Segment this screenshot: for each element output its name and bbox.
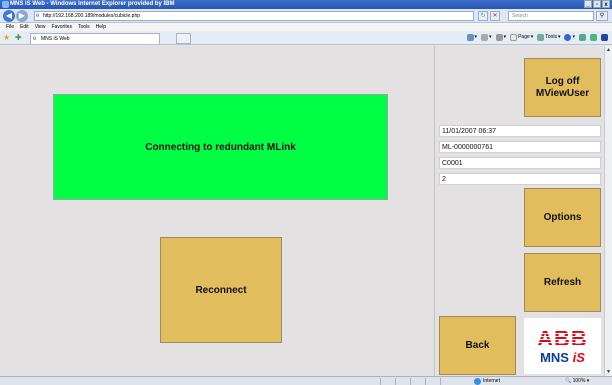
abb-logo-text: ABB [537,325,588,351]
main-content: Connecting to redundant MLink Reconnect [0,46,434,376]
research-icon [579,34,586,41]
tab-label: MNS iS Web [41,36,70,42]
url-text: http://192.168.200.189/modules/cubicle.p… [43,13,141,19]
messenger-icon [590,34,597,41]
page-menu-label: Page [518,34,530,40]
title-bar: MNS iS Web - Windows Internet Explorer p… [0,0,612,9]
tools-menu[interactable]: Tools ▾ [537,33,560,42]
maximize-button[interactable]: ▫ [593,0,601,8]
minimize-button[interactable]: _ [584,0,592,8]
status-banner: Connecting to redundant MLink [53,94,388,200]
zone-label: Internet [483,378,500,384]
menu-view[interactable]: View [35,23,46,31]
zoom-level: 100% [572,378,586,384]
new-tab-button[interactable] [176,33,191,44]
command-bar: ▾ ▾ ▾ Page ▾ Tools ▾ ▾ [466,33,608,42]
help-button[interactable]: ▾ [564,33,575,42]
forward-arrow-icon[interactable]: ▶ [16,10,28,22]
menu-help[interactable]: Help [96,23,106,31]
tab-page-icon: e [33,36,37,42]
blue-tool-button[interactable] [601,33,608,42]
tab-bar: ★ ✚ e MNS iS Web ▾ ▾ ▾ Page ▾ Tools ▾ ▾ [0,31,612,45]
address-bar: ◀ ▶ e http://192.168.200.189/modules/cub… [0,9,612,23]
mlink-id-field: ML-0000000761 [439,141,601,153]
datetime-field: 11/01/2007 06:37 [439,125,601,137]
status-cell [380,378,394,385]
feeds-button[interactable]: ▾ [481,33,492,42]
menu-bar: File Edit View Favorites Tools Help [0,23,612,31]
mns-is-logo-text: MNS iS [540,350,585,365]
research-button[interactable] [579,33,586,42]
abb-mns-logo: ABB MNS iS [524,318,601,374]
refresh-icon[interactable]: ↻ [478,11,488,21]
print-button[interactable]: ▾ [495,33,506,42]
favorites-star-icon[interactable]: ★ [3,33,10,42]
back-button[interactable]: Back [439,316,516,375]
add-favorite-icon[interactable]: ✚ [15,33,22,42]
cubicle-field: C0001 [439,157,601,169]
zoom-control[interactable]: 🔍 100% ▾ [565,377,589,385]
vertical-scrollbar[interactable]: ▲ ▼ [604,46,612,376]
back-arrow-icon[interactable]: ◀ [3,10,15,22]
logoff-user: MViewUser [535,87,590,99]
logoff-label: Log off [545,75,580,87]
scroll-down-icon[interactable]: ▼ [605,368,612,376]
side-panel: Log off MViewUser 11/01/2007 06:37 ML-00… [434,46,604,376]
refresh-button[interactable]: Refresh [524,253,601,312]
stop-icon[interactable]: ✕ [490,11,500,21]
search-icon[interactable]: ⚲ [596,11,608,21]
status-cells [380,378,454,385]
number-field: 2 [439,173,601,185]
page-icon: e [36,13,40,19]
feeds-icon [481,34,489,41]
tab-mns-is-web[interactable]: e MNS iS Web [30,33,160,44]
logoff-button[interactable]: Log off MViewUser [524,58,601,117]
options-button[interactable]: Options [524,188,601,247]
home-button[interactable]: ▾ [466,33,477,42]
close-button[interactable]: x [602,0,610,8]
page-icon [510,34,518,41]
messenger-button[interactable] [590,33,597,42]
status-bar: Internet 🔍 100% ▾ [0,376,612,385]
zoom-icon: 🔍 [565,378,572,384]
status-cell [410,378,424,385]
tools-icon [537,34,545,41]
blue-tool-icon [601,34,608,41]
menu-tools[interactable]: Tools [78,23,90,31]
url-input[interactable]: e http://192.168.200.189/modules/cubicle… [34,11,474,21]
status-cell [440,378,454,385]
print-icon [495,34,503,41]
browser-window: MNS iS Web - Windows Internet Explorer p… [0,0,612,385]
search-input[interactable]: Search [508,11,594,21]
help-icon [564,34,572,41]
logo-suffix: iS [572,349,585,365]
scroll-up-icon[interactable]: ▲ [605,46,612,54]
page-menu[interactable]: Page ▾ [510,33,533,42]
reconnect-button[interactable]: Reconnect [160,237,282,343]
window-controls: _ ▫ x [584,0,610,8]
window-title: MNS iS Web - Windows Internet Explorer p… [10,1,175,7]
logo-product: MNS [540,349,569,365]
status-cell [425,378,439,385]
ie-icon [2,1,9,8]
home-icon [466,34,474,41]
menu-edit[interactable]: Edit [20,23,29,31]
menu-favorites[interactable]: Favorites [51,23,72,31]
tools-menu-label: Tools [545,34,557,40]
security-zone: Internet [474,377,500,385]
address-buttons: ↻ ✕ [478,11,500,21]
status-cell [395,378,409,385]
menu-file[interactable]: File [6,23,14,31]
globe-icon [474,377,481,385]
